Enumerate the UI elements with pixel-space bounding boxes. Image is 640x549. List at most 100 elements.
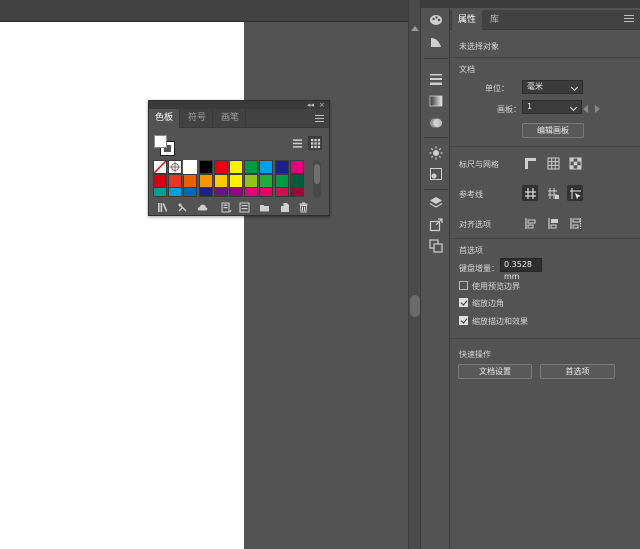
keyboard-increment-input[interactable]: 0.3528 mm [500, 258, 542, 281]
tab-libraries[interactable]: 库 [484, 10, 505, 30]
swatches-tab-bar: 色板 符号 画笔 [149, 109, 329, 128]
swatches-scrollbar[interactable] [313, 160, 321, 198]
swatch-libraries-menu-icon[interactable] [156, 201, 169, 213]
section-divider [450, 146, 640, 147]
add-to-library-icon[interactable] [176, 201, 189, 213]
show-swatch-kinds-icon[interactable] [220, 201, 233, 213]
strip-divider [424, 137, 448, 138]
align-to-key-object-icon[interactable] [545, 215, 561, 231]
registration-mark-icon [169, 161, 181, 173]
color-swatch[interactable] [259, 187, 274, 197]
tab-symbols[interactable]: 符号 [182, 109, 214, 128]
tab-brushes[interactable]: 画笔 [215, 109, 247, 128]
color-swatch[interactable] [153, 173, 167, 188]
color-swatch[interactable] [289, 160, 304, 174]
align-to-selection-icon[interactable] [522, 215, 538, 231]
ruler-icon[interactable] [522, 155, 538, 171]
artboards-panel-icon[interactable] [427, 237, 445, 255]
align-options-label: 对齐选项 [459, 220, 491, 229]
fill-stroke-indicator[interactable] [154, 135, 176, 157]
grid-icon[interactable] [545, 155, 561, 171]
canvas-vertical-scrollbar[interactable] [408, 0, 420, 549]
color-swatch[interactable] [213, 160, 228, 174]
tab-swatches[interactable]: 色板 [149, 109, 181, 128]
scale-corners-checkbox[interactable] [459, 298, 468, 307]
color-swatch[interactable] [198, 187, 213, 197]
color-swatch[interactable] [168, 187, 183, 197]
graphic-styles-icon[interactable] [427, 165, 445, 183]
color-swatch[interactable] [229, 160, 243, 174]
color-swatch[interactable] [183, 173, 198, 188]
close-panel-icon[interactable]: × [319, 101, 325, 109]
color-swatch[interactable] [229, 187, 243, 197]
quick-actions-title: 快速操作 [459, 350, 491, 359]
smart-guides-icon[interactable] [567, 185, 583, 201]
new-swatch-icon[interactable] [278, 201, 291, 213]
color-swatch[interactable] [289, 187, 304, 197]
align-to-artboard-icon[interactable] [567, 215, 583, 231]
guides-label: 参考线 [459, 190, 483, 199]
color-swatch[interactable] [183, 187, 198, 197]
color-swatch[interactable] [274, 187, 289, 197]
appearance-sun-icon[interactable] [427, 144, 445, 162]
color-palette-icon[interactable] [427, 11, 445, 29]
document-setup-button[interactable]: 文档设置 [458, 364, 532, 379]
color-swatch[interactable] [259, 160, 274, 174]
creative-cloud-icon[interactable] [196, 201, 209, 213]
transparency-grid-icon[interactable] [567, 155, 583, 171]
list-view-icon[interactable] [290, 136, 304, 150]
preferences-button[interactable]: 首选项 [540, 364, 615, 379]
color-swatch[interactable] [198, 173, 213, 188]
color-swatch[interactable] [244, 160, 259, 174]
units-dropdown[interactable]: 毫米 [522, 80, 583, 94]
tab-properties[interactable]: 属性 [452, 10, 483, 30]
color-swatch[interactable] [213, 173, 228, 188]
color-swatch[interactable] [183, 160, 198, 174]
registration-swatch[interactable] [168, 160, 183, 174]
scroll-up-arrow-icon[interactable] [411, 26, 419, 31]
swatches-panel-titlebar[interactable]: ◂◂ × [149, 101, 329, 109]
swatch-grid [153, 160, 304, 198]
panel-header-bar[interactable] [450, 0, 640, 8]
scrollbar-thumb[interactable] [410, 295, 420, 317]
use-preview-bounds-checkbox[interactable] [459, 281, 468, 290]
transparency-panel-icon[interactable] [427, 114, 445, 132]
color-swatch[interactable] [244, 187, 259, 197]
color-swatch[interactable] [229, 173, 243, 188]
color-swatch[interactable] [213, 187, 228, 197]
layers-icon[interactable] [427, 194, 445, 212]
stroke-panel-icon[interactable] [427, 70, 445, 88]
edit-artboards-button[interactable]: 编辑画板 [522, 123, 584, 138]
color-swatch[interactable] [198, 160, 213, 174]
show-guides-icon[interactable] [522, 185, 538, 201]
artboard-select[interactable]: 1 [522, 100, 582, 114]
swatch-options-icon[interactable] [238, 201, 251, 213]
color-swatch[interactable] [153, 187, 167, 197]
color-swatch[interactable] [168, 173, 183, 188]
gradient-panel-icon[interactable] [427, 92, 445, 110]
previous-artboard-icon[interactable] [583, 105, 588, 113]
color-swatch[interactable] [259, 173, 274, 188]
collapsed-panels-strip [420, 0, 451, 549]
fill-swatch[interactable] [154, 135, 167, 148]
keyboard-increment-label: 键盘增量： [459, 264, 499, 273]
collapse-panel-icon[interactable]: ◂◂ [307, 101, 314, 109]
scrollbar-thumb[interactable] [314, 164, 320, 184]
color-swatch[interactable] [289, 173, 304, 188]
panel-dock-grip[interactable] [421, 0, 451, 8]
new-color-group-icon[interactable] [258, 201, 271, 213]
use-preview-bounds-label: 使用预览边界 [472, 282, 520, 291]
scale-strokes-effects-checkbox[interactable] [459, 316, 468, 325]
color-guide-icon[interactable] [427, 33, 445, 51]
color-swatch[interactable] [274, 173, 289, 188]
trash-icon[interactable] [297, 201, 310, 213]
color-swatch[interactable] [244, 173, 259, 188]
color-swatch[interactable] [274, 160, 289, 174]
thumbnail-view-icon[interactable] [308, 136, 322, 150]
export-asset-icon[interactable] [427, 216, 445, 234]
none-swatch[interactable] [153, 160, 167, 174]
lock-guides-icon[interactable] [545, 185, 561, 201]
next-artboard-icon[interactable] [595, 105, 600, 113]
panel-menu-icon[interactable] [624, 15, 634, 25]
swatches-menu-icon[interactable] [315, 115, 324, 124]
